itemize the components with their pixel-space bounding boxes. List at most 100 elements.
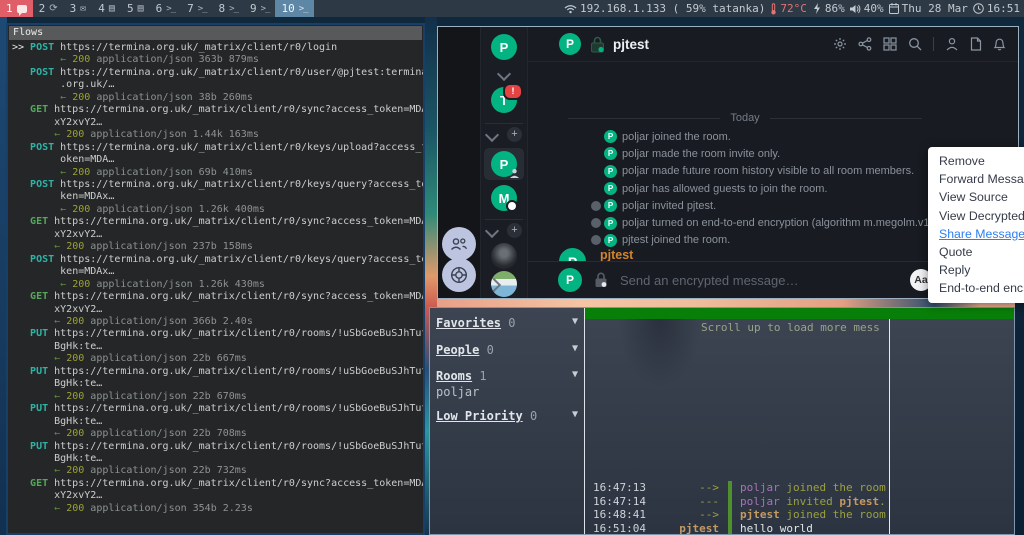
flow-row[interactable]: GEThttps://termina.org.uk/_matrix/client… bbox=[12, 104, 423, 141]
response-meta: application/json 237b 158ms bbox=[90, 241, 253, 252]
flow-row[interactable]: PUThttps://termina.org.uk/_matrix/client… bbox=[12, 366, 423, 403]
flow-url-continuation: BgHk:te… bbox=[12, 416, 423, 428]
response-meta: application/json 22b 667ms bbox=[90, 353, 247, 364]
chevron-down-icon[interactable] bbox=[485, 128, 499, 142]
flow-row[interactable]: GEThttps://termina.org.uk/_matrix/client… bbox=[12, 291, 423, 328]
message-segment: pjtest bbox=[740, 508, 780, 521]
section-label[interactable]: Rooms bbox=[436, 369, 472, 383]
people-button[interactable] bbox=[442, 227, 476, 261]
apps-icon[interactable] bbox=[883, 37, 897, 51]
workspace-button[interactable]: 9 bbox=[244, 0, 275, 17]
event-avatar[interactable]: P bbox=[604, 234, 617, 247]
context-menu-item[interactable]: Quote bbox=[939, 243, 1024, 261]
room-section[interactable]: Favorites 0 ▼ bbox=[436, 316, 580, 330]
flow-row[interactable]: POSThttps://termina.org.uk/_matrix/clien… bbox=[12, 179, 423, 216]
response-meta: application/json 366b 2.40s bbox=[90, 316, 253, 327]
message-segment: invited bbox=[780, 495, 840, 508]
tower-room-avatar[interactable] bbox=[491, 243, 517, 269]
event-avatar[interactable]: P bbox=[604, 147, 617, 160]
workspace-button[interactable]: 2 bbox=[33, 0, 64, 17]
section-label[interactable]: Low Priority bbox=[436, 409, 523, 423]
workspace-number: 8 bbox=[219, 2, 226, 15]
context-menu-item[interactable]: View Decrypted S bbox=[939, 207, 1024, 225]
chat-line: 16:47:13 --> poljar joined the room. bbox=[585, 481, 888, 494]
room-section[interactable]: Low Priority 0 ▼ bbox=[436, 409, 580, 423]
add-room-button[interactable]: + bbox=[507, 127, 522, 142]
search-icon[interactable] bbox=[908, 37, 922, 51]
flow-method: PUT bbox=[30, 441, 48, 452]
members-icon[interactable] bbox=[945, 37, 959, 51]
workspace-button[interactable]: 3 bbox=[64, 0, 93, 17]
room-header-avatar[interactable]: P bbox=[559, 33, 581, 55]
event-avatar[interactable]: P bbox=[604, 199, 617, 212]
flow-row[interactable]: >>POSThttps://termina.org.uk/_matrix/cli… bbox=[12, 42, 423, 67]
section-collapse-arrow[interactable]: ▼ bbox=[572, 316, 578, 327]
section-collapse-arrow[interactable]: ▼ bbox=[572, 409, 578, 420]
response-status: 200 bbox=[66, 503, 84, 514]
flow-row[interactable]: POSThttps://termina.org.uk/_matrix/clien… bbox=[12, 254, 423, 291]
sender-avatar[interactable]: P bbox=[559, 248, 586, 261]
response-arrow: ← bbox=[54, 391, 60, 402]
settings-icon[interactable] bbox=[833, 37, 847, 51]
chat-sender: pjtest bbox=[663, 522, 719, 535]
flow-method: GET bbox=[30, 216, 48, 227]
add-room-button[interactable]: + bbox=[507, 223, 522, 238]
context-menu-item[interactable]: Share Message bbox=[939, 225, 1024, 243]
workspace-button[interactable]: 8 bbox=[213, 0, 244, 17]
room-avatar-p-selected[interactable]: P bbox=[491, 151, 517, 177]
user-avatar[interactable]: P bbox=[491, 34, 517, 60]
files-icon[interactable] bbox=[970, 37, 982, 51]
room-avatar-t[interactable]: T! bbox=[491, 87, 517, 113]
flow-row[interactable]: PUThttps://termina.org.uk/_matrix/client… bbox=[12, 441, 423, 478]
workspace-button[interactable]: 5 bbox=[121, 0, 150, 17]
context-menu-item[interactable]: View Source bbox=[939, 188, 1024, 206]
volume-icon bbox=[850, 4, 861, 14]
context-menu-item[interactable]: End-to-end encry bbox=[939, 279, 1024, 297]
flow-row[interactable]: GEThttps://termina.org.uk/_matrix/client… bbox=[12, 216, 423, 253]
event-avatar[interactable]: P bbox=[604, 182, 617, 195]
share-icon[interactable] bbox=[858, 37, 872, 51]
community-rail bbox=[438, 27, 480, 298]
flows-tab[interactable]: Flows bbox=[9, 26, 422, 40]
workspace-button[interactable]: 6 bbox=[150, 0, 181, 17]
context-menu-item[interactable]: Remove bbox=[939, 152, 1024, 170]
section-label[interactable]: Favorites bbox=[436, 316, 501, 330]
workspace-button[interactable]: 4 bbox=[92, 0, 121, 17]
workspace-number: 1 bbox=[6, 2, 13, 15]
event-avatar[interactable]: P bbox=[604, 165, 617, 178]
flow-row[interactable]: PUThttps://termina.org.uk/_matrix/client… bbox=[12, 403, 423, 440]
response-status: 200 bbox=[72, 204, 90, 215]
flow-row[interactable]: PUThttps://termina.org.uk/_matrix/client… bbox=[12, 328, 423, 365]
context-menu-item[interactable]: Forward Message bbox=[939, 170, 1024, 188]
flow-request-line: POSThttps://termina.org.uk/_matrix/clien… bbox=[12, 142, 423, 154]
flow-row[interactable]: POSThttps://termina.org.uk/_matrix/clien… bbox=[12, 67, 423, 104]
workspace-number: 5 bbox=[127, 2, 134, 15]
context-menu-item[interactable]: Reply bbox=[939, 261, 1024, 279]
composer-input[interactable]: Send an encrypted message… bbox=[620, 273, 898, 288]
event-avatar[interactable]: P bbox=[604, 130, 617, 143]
flow-url-continuation: BgHk:te… bbox=[12, 341, 423, 353]
room-avatar-m[interactable]: M bbox=[491, 185, 517, 211]
section-collapse-arrow[interactable]: ▼ bbox=[572, 369, 578, 380]
workspace-button[interactable]: 1 bbox=[0, 0, 33, 17]
notifications-icon[interactable] bbox=[993, 37, 1006, 51]
section-label[interactable]: People bbox=[436, 343, 479, 357]
response-arrow: ← bbox=[54, 465, 60, 476]
section-collapse-arrow[interactable]: ▼ bbox=[572, 343, 578, 354]
room-entry[interactable]: poljar bbox=[436, 385, 580, 399]
event-avatar[interactable]: P bbox=[604, 217, 617, 230]
flow-row[interactable]: POSThttps://termina.org.uk/_matrix/clien… bbox=[12, 142, 423, 179]
workspace-button[interactable]: 7 bbox=[181, 0, 212, 17]
workspace-icon bbox=[80, 4, 86, 14]
workspace-button[interactable]: 10 bbox=[275, 0, 313, 17]
flow-url: https://termina.org.uk/_matrix/client/r0… bbox=[60, 67, 425, 78]
room-section[interactable]: People 0 ▼ bbox=[436, 343, 580, 357]
chevron-down-icon[interactable] bbox=[497, 67, 511, 81]
chevron-down-icon[interactable] bbox=[485, 224, 499, 238]
chat-message: poljar joined the room. bbox=[728, 481, 888, 494]
flow-row[interactable]: GEThttps://termina.org.uk/_matrix/client… bbox=[12, 478, 423, 515]
room-section[interactable]: Rooms 1 ▼ poljar bbox=[436, 369, 580, 399]
message-segment: hello world bbox=[740, 522, 813, 535]
section-rooms: poljar bbox=[436, 385, 580, 399]
explore-button[interactable] bbox=[442, 258, 476, 292]
